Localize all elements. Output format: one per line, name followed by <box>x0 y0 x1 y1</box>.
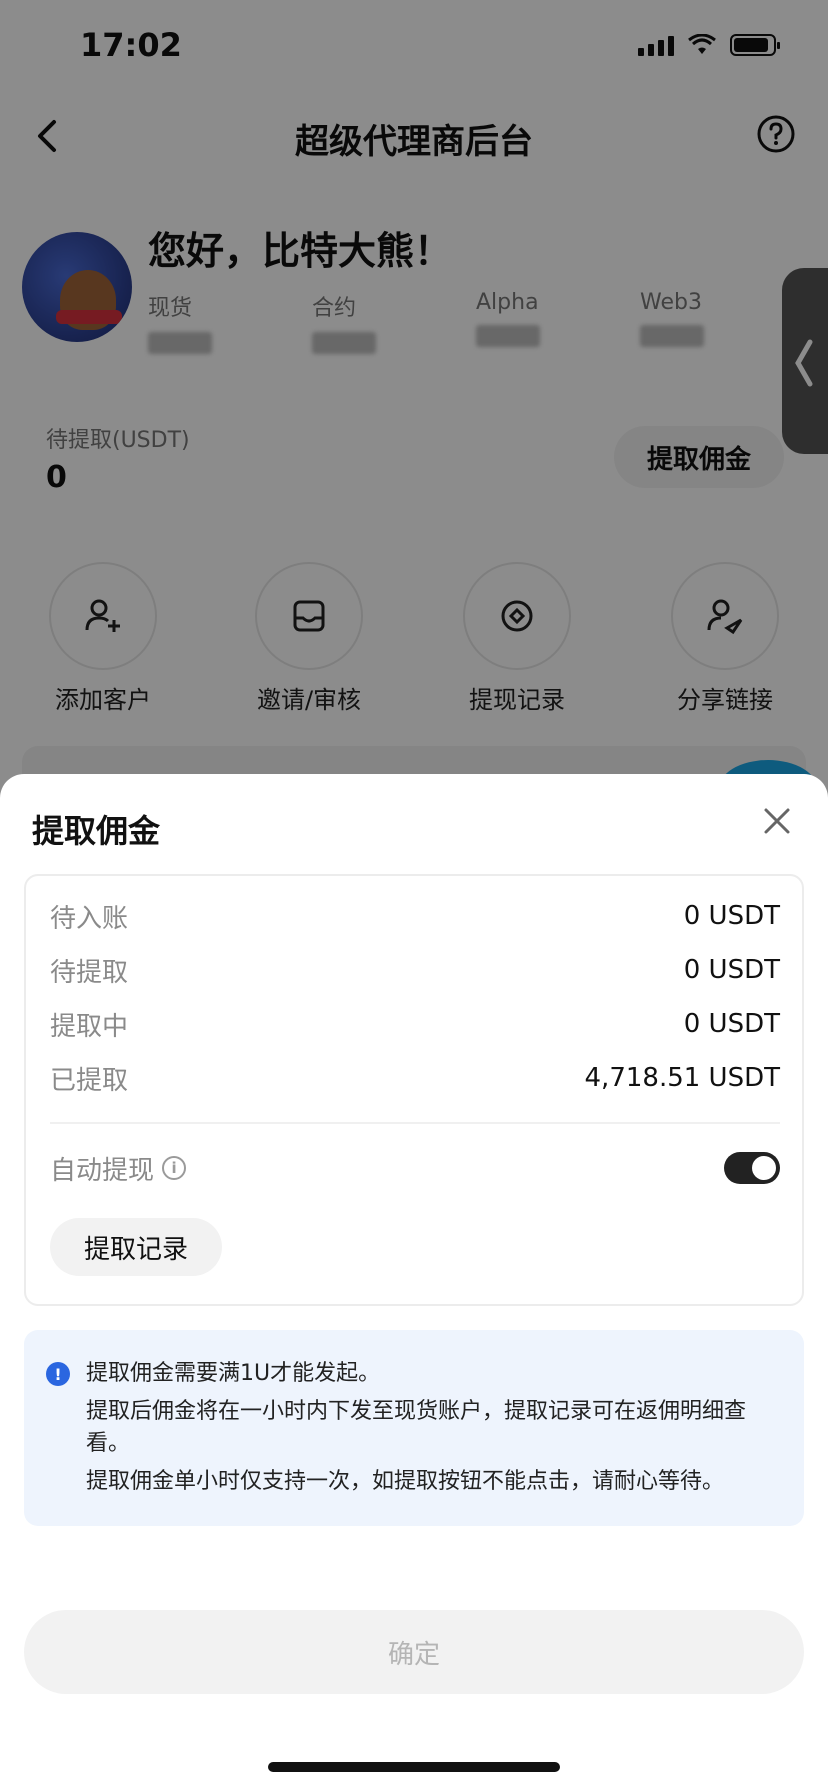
row-value: 0 USDT <box>683 901 780 931</box>
row-value: 0 USDT <box>683 1009 780 1039</box>
auto-withdraw-toggle[interactable] <box>724 1152 780 1184</box>
notice-text: 提取佣金需要满1U才能发起。 提取后佣金将在一小时内下发至现货账户，提取记录可在… <box>86 1358 786 1504</box>
home-indicator <box>268 1762 560 1772</box>
row-label: 提取中 <box>50 1011 129 1042</box>
notice-line: 提取后佣金将在一小时内下发至现货账户，提取记录可在返佣明细查看。 <box>86 1399 747 1456</box>
row-withdrawn: 已提取 4,718.51 USDT <box>50 1060 780 1096</box>
withdraw-sheet: 提取佣金 待入账 0 USDT 待提取 0 USDT 提取中 0 USDT 已提… <box>0 774 828 1792</box>
withdraw-records-button[interactable]: 提取记录 <box>50 1218 222 1276</box>
close-icon[interactable] <box>760 804 794 838</box>
auto-withdraw-label: 自动提现 <box>50 1155 155 1186</box>
row-value: 4,718.51 USDT <box>584 1063 780 1093</box>
info-icon[interactable]: i <box>162 1156 187 1180</box>
auto-withdraw-label-group: 自动提现 i <box>50 1150 187 1187</box>
row-pending-withdraw: 待提取 0 USDT <box>50 952 780 988</box>
divider <box>50 1122 780 1124</box>
row-label: 已提取 <box>50 1065 129 1096</box>
row-value: 0 USDT <box>683 955 780 985</box>
row-label: 待提取 <box>50 957 129 988</box>
sheet-title: 提取佣金 <box>32 812 161 850</box>
confirm-button[interactable]: 确定 <box>24 1610 804 1694</box>
row-label: 待入账 <box>50 903 129 934</box>
row-pending-credit: 待入账 0 USDT <box>50 898 780 934</box>
alert-info-icon: ! <box>46 1362 70 1386</box>
notice-line: 提取佣金单小时仅支持一次，如提取按钮不能点击，请耐心等待。 <box>86 1469 725 1494</box>
notice-box: ! 提取佣金需要满1U才能发起。 提取后佣金将在一小时内下发至现货账户，提取记录… <box>24 1330 804 1526</box>
auto-withdraw-row: 自动提现 i <box>50 1148 780 1188</box>
row-withdrawing: 提取中 0 USDT <box>50 1006 780 1042</box>
commission-summary-card: 待入账 0 USDT 待提取 0 USDT 提取中 0 USDT 已提取 4,7… <box>24 874 804 1306</box>
notice-line: 提取佣金需要满1U才能发起。 <box>86 1361 381 1386</box>
